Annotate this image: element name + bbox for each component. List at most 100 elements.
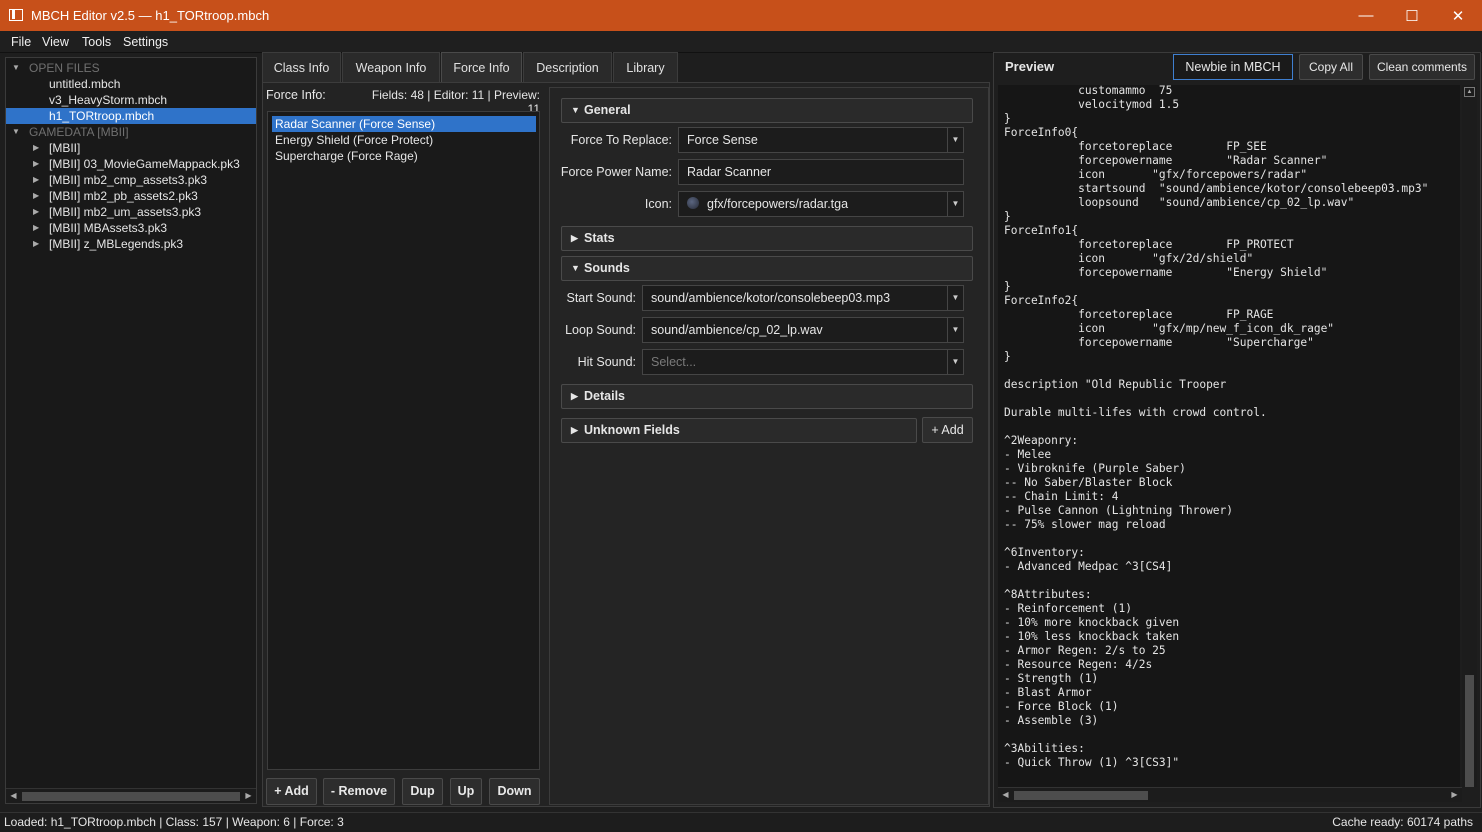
tab-library[interactable]: Library bbox=[613, 52, 678, 82]
scroll-right-icon[interactable]: ▶ bbox=[1448, 788, 1461, 802]
tree-item-pak[interactable]: ▶ [MBII] z_MBLegends.pk3 bbox=[6, 236, 256, 252]
section-title: Unknown Fields bbox=[584, 423, 680, 437]
select-value: gfx/forcepowers/radar.tga bbox=[707, 197, 849, 211]
move-up-button[interactable]: Up bbox=[450, 778, 482, 805]
list-item[interactable]: Radar Scanner (Force Sense) bbox=[272, 116, 536, 132]
expand-arrow-icon[interactable]: ▶ bbox=[33, 172, 39, 188]
menu-view[interactable]: View bbox=[42, 35, 69, 49]
tree-item-file[interactable]: untitled.mbch bbox=[6, 76, 256, 92]
expand-arrow-icon[interactable]: ▶ bbox=[33, 140, 39, 156]
force-to-replace-label: Force To Replace: bbox=[570, 133, 672, 147]
collapsed-caret-icon: ▶ bbox=[571, 233, 578, 243]
tree-item-label: [MBII] mb2_pb_assets2.pk3 bbox=[49, 189, 198, 203]
section-general[interactable]: ▼ General bbox=[561, 98, 973, 123]
menu-settings[interactable]: Settings bbox=[123, 35, 168, 49]
app-icon bbox=[9, 9, 23, 21]
force-to-replace-select[interactable]: Force Sense ▼ bbox=[678, 127, 964, 153]
chevron-down-icon[interactable]: ▼ bbox=[947, 350, 963, 374]
tree-item-pak[interactable]: ▶ [MBII] mb2_um_assets3.pk3 bbox=[6, 204, 256, 220]
chevron-down-icon[interactable]: ▼ bbox=[947, 318, 963, 342]
add-force-button[interactable]: + Add bbox=[266, 778, 317, 805]
chevron-down-icon[interactable]: ▼ bbox=[947, 286, 963, 310]
status-right: Cache ready: 60174 paths bbox=[1332, 815, 1473, 829]
expand-arrow-icon[interactable]: ▶ bbox=[33, 204, 39, 220]
preview-code[interactable]: customammo 75 velocitymod 1.5 } ForceInf… bbox=[998, 85, 1460, 787]
expand-arrow-icon[interactable]: ▶ bbox=[33, 156, 39, 172]
collapsed-caret-icon: ▶ bbox=[571, 391, 578, 401]
icon-label: Icon: bbox=[644, 197, 672, 211]
remove-force-button[interactable]: - Remove bbox=[323, 778, 395, 805]
tree-item-file-selected[interactable]: h1_TORtroop.mbch bbox=[6, 108, 256, 124]
collapse-arrow-icon[interactable]: ▼ bbox=[12, 124, 20, 140]
preview-title: Preview bbox=[1005, 59, 1055, 74]
loop-sound-select[interactable]: sound/ambience/cp_02_lp.wav ▼ bbox=[642, 317, 964, 343]
scrollbar-thumb[interactable] bbox=[22, 792, 240, 801]
clean-comments-button[interactable]: Clean comments bbox=[1369, 54, 1475, 80]
force-power-name-input[interactable]: Radar Scanner bbox=[678, 159, 964, 185]
force-list[interactable]: Radar Scanner (Force Sense) Energy Shiel… bbox=[267, 111, 540, 770]
preview-code-text: customammo 75 velocitymod 1.5 } ForceInf… bbox=[1004, 85, 1429, 769]
tree-item-label: [MBII] MBAssets3.pk3 bbox=[49, 221, 168, 235]
tree-item-file[interactable]: v3_HeavyStorm.mbch bbox=[6, 92, 256, 108]
loop-sound-label: Loop Sound: bbox=[565, 323, 636, 337]
close-button[interactable]: ✕ bbox=[1435, 0, 1481, 31]
tree-open-files-header[interactable]: ▼ OPEN FILES bbox=[6, 60, 256, 76]
tree-item-pak[interactable]: ▶ [MBII] mb2_pb_assets2.pk3 bbox=[6, 188, 256, 204]
tree-item-pak[interactable]: ▶ [MBII] mb2_cmp_assets3.pk3 bbox=[6, 172, 256, 188]
start-sound-label: Start Sound: bbox=[566, 291, 637, 305]
scrollbar-thumb[interactable] bbox=[1014, 791, 1148, 800]
preview-vertical-scrollbar[interactable]: ▲ bbox=[1462, 85, 1477, 787]
tree-header-label: OPEN FILES bbox=[29, 61, 100, 75]
select-value: Force Sense bbox=[687, 133, 758, 147]
maximize-button[interactable]: ☐ bbox=[1389, 0, 1435, 31]
preview-mode-button[interactable]: Newbie in MBCH bbox=[1173, 54, 1293, 80]
copy-all-button[interactable]: Copy All bbox=[1299, 54, 1363, 80]
section-sounds[interactable]: ▼ Sounds bbox=[561, 256, 973, 281]
minimize-button[interactable]: — bbox=[1343, 0, 1389, 31]
section-stats[interactable]: ▶ Stats bbox=[561, 226, 973, 251]
tree-item-pak[interactable]: ▶ [MBII] 03_MovieGameMappack.pk3 bbox=[6, 156, 256, 172]
expand-arrow-icon[interactable]: ▶ bbox=[33, 188, 39, 204]
tab-class-info[interactable]: Class Info bbox=[262, 52, 341, 82]
add-unknown-field-button[interactable]: + Add bbox=[922, 417, 973, 443]
icon-select[interactable]: gfx/forcepowers/radar.tga ▼ bbox=[678, 191, 964, 217]
tree-item-pak[interactable]: ▶ [MBII] bbox=[6, 140, 256, 156]
preview-horizontal-scrollbar[interactable]: ◀ ▶ bbox=[998, 787, 1462, 802]
tree-gamedata-header[interactable]: ▼ GAMEDATA [MBII] bbox=[6, 124, 256, 140]
expand-arrow-icon[interactable]: ▶ bbox=[33, 236, 39, 252]
list-item[interactable]: Energy Shield (Force Protect) bbox=[272, 132, 536, 148]
duplicate-force-button[interactable]: Dup bbox=[402, 778, 443, 805]
tree-horizontal-scrollbar[interactable]: ◀ ▶ bbox=[6, 788, 256, 803]
tree-item-label: untitled.mbch bbox=[49, 77, 121, 91]
tree-header-label: GAMEDATA [MBII] bbox=[29, 125, 129, 139]
tree-item-label: [MBII] mb2_um_assets3.pk3 bbox=[49, 205, 202, 219]
force-power-name-label: Force Power Name: bbox=[560, 165, 672, 179]
expand-arrow-icon[interactable]: ▶ bbox=[33, 220, 39, 236]
tab-description[interactable]: Description bbox=[523, 52, 612, 82]
menu-file[interactable]: File bbox=[11, 35, 31, 49]
icon-thumbnail bbox=[687, 197, 699, 209]
tree-item-label: [MBII] z_MBLegends.pk3 bbox=[49, 237, 184, 251]
list-item[interactable]: Supercharge (Force Rage) bbox=[272, 148, 536, 164]
chevron-down-icon[interactable]: ▼ bbox=[947, 192, 963, 216]
menu-tools[interactable]: Tools bbox=[82, 35, 111, 49]
scroll-up-icon[interactable]: ▲ bbox=[1464, 87, 1475, 97]
chevron-down-icon[interactable]: ▼ bbox=[947, 128, 963, 152]
section-unknown-fields[interactable]: ▶ Unknown Fields bbox=[561, 418, 917, 443]
tree-item-pak[interactable]: ▶ [MBII] MBAssets3.pk3 bbox=[6, 220, 256, 236]
status-bar: Loaded: h1_TORtroop.mbch | Class: 157 | … bbox=[0, 812, 1482, 832]
tab-weapon-info[interactable]: Weapon Info bbox=[342, 52, 440, 82]
tab-force-info[interactable]: Force Info bbox=[441, 52, 522, 82]
start-sound-select[interactable]: sound/ambience/kotor/consolebeep03.mp3 ▼ bbox=[642, 285, 964, 311]
section-details[interactable]: ▶ Details bbox=[561, 384, 973, 409]
hit-sound-select[interactable]: Select... ▼ bbox=[642, 349, 964, 375]
scroll-left-icon[interactable]: ◀ bbox=[7, 789, 20, 803]
tree-item-label: v3_HeavyStorm.mbch bbox=[49, 93, 168, 107]
title-bar: MBCH Editor v2.5 — h1_TORtroop.mbch — ☐ … bbox=[0, 0, 1482, 31]
force-info-label: Force Info: bbox=[266, 88, 326, 102]
move-down-button[interactable]: Down bbox=[489, 778, 540, 805]
collapse-arrow-icon[interactable]: ▼ bbox=[12, 60, 20, 76]
scroll-left-icon[interactable]: ◀ bbox=[999, 788, 1012, 802]
scrollbar-thumb[interactable] bbox=[1465, 675, 1474, 787]
scroll-right-icon[interactable]: ▶ bbox=[242, 789, 255, 803]
